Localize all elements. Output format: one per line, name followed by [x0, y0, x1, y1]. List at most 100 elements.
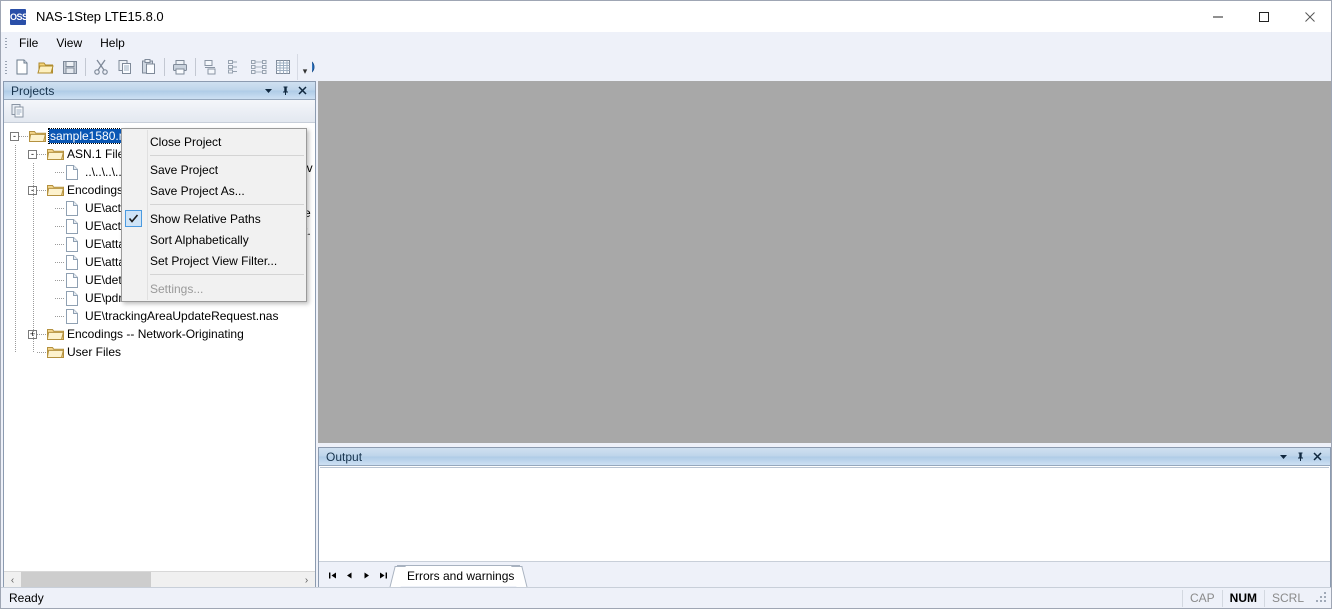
pin-icon[interactable]	[1293, 449, 1308, 464]
menu-file[interactable]: File	[10, 33, 47, 53]
folder-icon	[47, 182, 65, 198]
project-context-menu[interactable]: Close Project Save Project Save Project As…	[121, 128, 307, 302]
close-icon[interactable]	[1310, 449, 1325, 464]
projects-panel-title: Projects	[11, 83, 55, 98]
context-menu-separator	[150, 155, 304, 156]
context-menu-item: Settings...	[122, 278, 306, 299]
file-icon	[65, 218, 83, 234]
folder-icon	[47, 326, 65, 342]
chevron-down-icon: ▾	[302, 66, 308, 76]
nav-first-icon[interactable]	[324, 565, 340, 585]
projects-panel-caption: Projects	[4, 82, 315, 100]
toolbar-overflow-button[interactable]: ▾	[297, 54, 312, 80]
context-menu-item[interactable]: Save Project As...	[122, 180, 306, 201]
context-menu-item[interactable]: Close Project	[122, 131, 306, 152]
cut-icon[interactable]	[89, 55, 113, 79]
file-icon	[65, 254, 83, 270]
context-menu-item-label: Sort Alphabetically	[150, 232, 249, 247]
context-menu-item-label: Show Relative Paths	[150, 211, 261, 226]
tree-item[interactable]: User Files	[4, 343, 315, 361]
tab-errors-and-warnings[interactable]: Errors and warnings	[397, 564, 521, 586]
output-content[interactable]	[320, 467, 1329, 562]
context-menu-item-label: Save Project As...	[150, 183, 245, 198]
print-icon[interactable]	[168, 55, 192, 79]
status-indicators: CAP NUM SCRL	[1181, 589, 1329, 607]
tree-item-label: UE\trackingAreaUpdateRequest.nas	[85, 309, 279, 323]
app-logo-icon: OSS	[10, 8, 28, 25]
minimize-button[interactable]	[1195, 1, 1241, 32]
context-menu-item-label: Set Project View Filter...	[150, 253, 278, 268]
panel-menu-icon[interactable]	[261, 83, 276, 98]
context-menu-item[interactable]: Save Project	[122, 159, 306, 180]
tree-item[interactable]: UE\trackingAreaUpdateRequest.nas	[4, 307, 315, 325]
file-icon	[65, 290, 83, 306]
status-bar: Ready CAP NUM SCRL	[1, 587, 1331, 608]
nav-last-icon[interactable]	[375, 565, 391, 585]
toolbar-separator	[164, 58, 165, 76]
output-nav-buttons	[324, 565, 391, 585]
folder-icon	[29, 128, 47, 144]
tree-item[interactable]: +Encodings -- Network-Originating	[4, 325, 315, 343]
scroll-left-icon[interactable]: ‹	[4, 572, 21, 588]
decode-icon[interactable]	[223, 55, 247, 79]
open-folder-icon[interactable]	[34, 55, 58, 79]
close-icon[interactable]	[295, 83, 310, 98]
nav-prev-icon[interactable]	[341, 565, 357, 585]
tree-item-label: Encodings	[67, 183, 124, 197]
resize-grip-icon[interactable]	[1315, 591, 1329, 605]
context-menu-separator	[150, 204, 304, 205]
close-button[interactable]	[1287, 1, 1331, 32]
tree-connector-line	[55, 297, 65, 299]
menu-help[interactable]: Help	[91, 33, 134, 53]
tree-connector-line	[55, 243, 65, 245]
projects-horizontal-scrollbar[interactable]: ‹ ›	[4, 571, 315, 588]
menu-view[interactable]: View	[47, 33, 91, 53]
tree-connector-line	[37, 153, 47, 155]
context-menu-item[interactable]: Sort Alphabetically	[122, 229, 306, 250]
file-icon	[65, 272, 83, 288]
copy-icon[interactable]	[113, 55, 137, 79]
project-properties-icon[interactable]	[7, 101, 29, 121]
tree-connector-line	[55, 225, 65, 227]
tree-connector-line	[55, 315, 65, 317]
output-tab-bar: Errors and warnings	[319, 561, 1330, 588]
file-icon	[65, 164, 83, 180]
pin-icon[interactable]	[278, 83, 293, 98]
save-icon[interactable]	[58, 55, 82, 79]
context-menu-item[interactable]: Set Project View Filter...	[122, 250, 306, 271]
toolbar-grip-handle[interactable]	[1, 55, 10, 79]
scrollbar-thumb[interactable]	[21, 572, 152, 588]
tree-guide-line	[15, 145, 16, 353]
menu-grip-handle[interactable]	[1, 32, 10, 54]
title-bar: OSS NAS-1Step LTE15.8.0	[1, 1, 1331, 32]
tree-item-label: Encodings -- Network-Originating	[67, 327, 244, 341]
projects-panel-toolbar	[4, 100, 315, 123]
scroll-right-icon[interactable]: ›	[298, 572, 315, 588]
paste-icon[interactable]	[137, 55, 161, 79]
tree-collapse-icon[interactable]: -	[28, 149, 37, 159]
window-controls	[1195, 1, 1331, 32]
output-panel-caption: Output	[319, 448, 1330, 466]
maximize-button[interactable]	[1241, 1, 1287, 32]
scrollbar-track[interactable]	[21, 572, 298, 588]
context-menu-item-label: Save Project	[150, 162, 219, 177]
toolbar-separator	[85, 58, 86, 76]
context-menu-item[interactable]: Show Relative Paths	[122, 208, 306, 229]
tree-view-icon[interactable]	[247, 55, 271, 79]
editor-area	[318, 81, 1331, 443]
encode-icon[interactable]	[199, 55, 223, 79]
nav-next-icon[interactable]	[358, 565, 374, 585]
new-icon[interactable]	[10, 55, 34, 79]
tree-connector-line	[37, 351, 47, 353]
folder-icon	[47, 344, 65, 360]
main-toolbar: ?	[1, 54, 1331, 80]
tree-collapse-icon[interactable]: -	[10, 131, 19, 141]
panel-menu-icon[interactable]	[1276, 449, 1291, 464]
file-icon	[65, 308, 83, 324]
status-message: Ready	[9, 591, 44, 605]
grid-view-icon[interactable]	[271, 55, 295, 79]
